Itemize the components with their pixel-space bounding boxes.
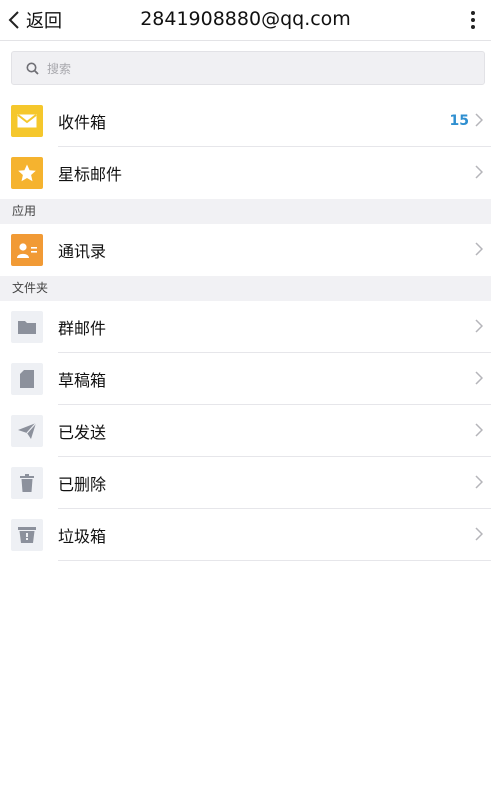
sent-label: 已发送 [58, 423, 107, 442]
chevron-right-icon [475, 371, 483, 385]
deleted-label: 已删除 [58, 475, 107, 494]
unread-count-badge: 15 [449, 113, 469, 129]
back-button[interactable]: 返回 [8, 0, 62, 40]
spam-bin-icon [11, 519, 43, 551]
chevron-left-icon [8, 11, 19, 29]
more-dot [471, 18, 475, 22]
drafts-label: 草稿箱 [58, 371, 107, 390]
more-menu-button[interactable] [463, 8, 483, 32]
list-item-group-mail[interactable]: 群邮件 [0, 301, 491, 353]
chevron-right-icon [475, 423, 483, 437]
search-placeholder: 搜索 [47, 61, 72, 76]
chevron-right-icon [475, 475, 483, 489]
inbox-icon [11, 105, 43, 137]
contacts-label: 通讯录 [58, 242, 107, 261]
account-title: 2841908880@qq.com [140, 8, 351, 30]
starred-label: 星标邮件 [58, 165, 123, 184]
chevron-right-icon [475, 319, 483, 333]
list-item-sent[interactable]: 已发送 [0, 405, 491, 457]
app-header: 返回 2841908880@qq.com [0, 0, 491, 41]
search-icon [26, 62, 39, 75]
group-mail-label: 群邮件 [58, 319, 107, 338]
more-dot [471, 11, 475, 15]
contacts-icon [11, 234, 43, 266]
list-item-deleted[interactable]: 已删除 [0, 457, 491, 509]
send-icon [11, 415, 43, 447]
mailbox-list: 收件箱 15 星标邮件 应用 通讯录 文件夹 群邮件 草稿箱 已发送 已删除 垃… [0, 95, 491, 561]
chevron-right-icon [475, 527, 483, 541]
section-header-apps: 应用 [0, 199, 491, 224]
more-dot [471, 25, 475, 29]
chevron-right-icon [475, 113, 483, 127]
section-header-folders: 文件夹 [0, 276, 491, 301]
list-item-inbox[interactable]: 收件箱 15 [0, 95, 491, 147]
list-item-starred[interactable]: 星标邮件 [0, 147, 491, 199]
search-container: 搜索 [0, 41, 491, 95]
back-label: 返回 [26, 11, 62, 32]
divider [58, 560, 491, 561]
inbox-label: 收件箱 [58, 113, 107, 132]
list-item-contacts[interactable]: 通讯录 [0, 224, 491, 276]
list-item-drafts[interactable]: 草稿箱 [0, 353, 491, 405]
spam-label: 垃圾箱 [58, 527, 107, 546]
star-icon [11, 157, 43, 189]
draft-icon [11, 363, 43, 395]
chevron-right-icon [475, 165, 483, 179]
chevron-right-icon [475, 242, 483, 256]
folder-icon [11, 311, 43, 343]
list-item-spam[interactable]: 垃圾箱 [0, 509, 491, 561]
search-input[interactable]: 搜索 [11, 51, 485, 85]
trash-icon [11, 467, 43, 499]
